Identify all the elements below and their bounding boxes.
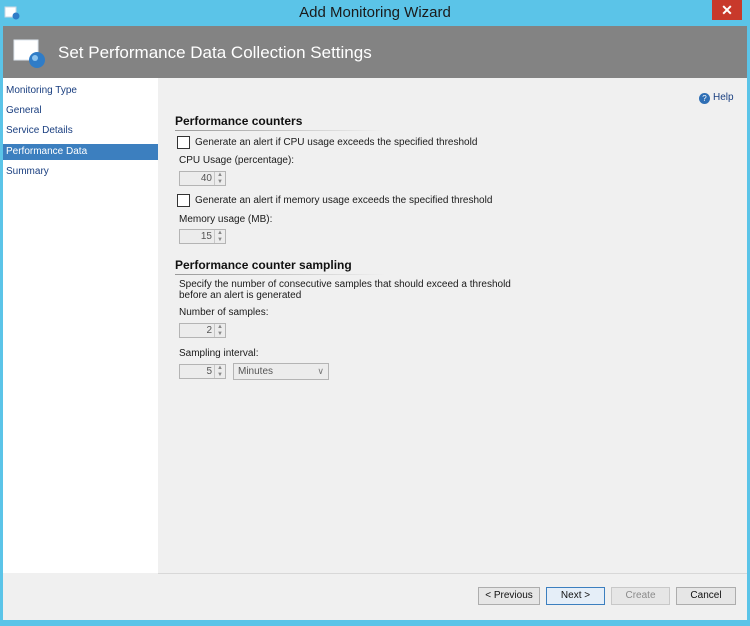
previous-button[interactable]: < Previous	[478, 587, 540, 605]
section-divider	[175, 130, 385, 131]
page-header: Set Performance Data Collection Settings	[3, 26, 747, 78]
cpu-alert-checkbox-row[interactable]: Generate an alert if CPU usage exceeds t…	[177, 135, 477, 149]
wizard-steps-nav: Monitoring Type General Service Details …	[3, 78, 158, 573]
memory-usage-label: Memory usage (MB):	[179, 214, 273, 225]
memory-usage-stepper[interactable]: 15 ▲ ▼	[179, 229, 226, 244]
interval-unit-select[interactable]: Minutes ∨	[233, 363, 329, 380]
cancel-button[interactable]: Cancel	[676, 587, 736, 605]
cpu-usage-label: CPU Usage (percentage):	[179, 155, 295, 166]
memory-usage-value[interactable]: 15	[180, 230, 214, 243]
sampling-description-line2: before an alert is generated	[179, 290, 302, 301]
chevron-down-icon[interactable]: ∨	[317, 364, 324, 379]
close-button[interactable]: ✕	[712, 0, 742, 20]
samples-stepper[interactable]: 2 ▲ ▼	[179, 323, 226, 338]
cpu-alert-checkbox[interactable]	[177, 135, 190, 149]
page-header-icon	[13, 39, 45, 68]
cpu-usage-value[interactable]: 40	[180, 172, 214, 185]
performance-counters-heading: Performance counters	[175, 114, 303, 128]
create-button[interactable]: Create	[611, 587, 670, 605]
memory-alert-label: Generate an alert if memory usage exceed…	[195, 194, 493, 206]
stepper-down-icon[interactable]: ▼	[215, 179, 225, 186]
help-link[interactable]: ? Help	[699, 92, 734, 104]
interval-stepper-arrows[interactable]: ▲ ▼	[214, 365, 225, 378]
nav-item-performance-data[interactable]: Performance Data	[3, 144, 158, 160]
memory-alert-checkbox-row[interactable]: Generate an alert if memory usage exceed…	[177, 193, 492, 207]
section-divider	[175, 274, 385, 275]
stepper-down-icon[interactable]: ▼	[215, 331, 225, 338]
page-title: Set Performance Data Collection Settings	[58, 43, 372, 62]
interval-label: Sampling interval:	[179, 348, 259, 359]
wizard-frame: Set Performance Data Collection Settings…	[3, 26, 747, 620]
stepper-down-icon[interactable]: ▼	[215, 237, 225, 244]
cpu-alert-label: Generate an alert if CPU usage exceeds t…	[195, 136, 478, 148]
memory-usage-stepper-arrows[interactable]: ▲ ▼	[214, 230, 225, 243]
interval-unit-value: Minutes	[238, 366, 274, 377]
title-bar: Add Monitoring Wizard ✕	[0, 0, 750, 26]
memory-alert-checkbox[interactable]	[177, 193, 190, 207]
interval-value[interactable]: 5	[180, 365, 214, 378]
help-label: Help	[713, 92, 734, 103]
samples-label: Number of samples:	[179, 307, 269, 318]
interval-stepper[interactable]: 5 ▲ ▼	[179, 364, 226, 379]
sampling-description-line1: Specify the number of consecutive sample…	[179, 279, 511, 290]
nav-item-general[interactable]: General	[3, 103, 158, 119]
nav-item-monitoring-type[interactable]: Monitoring Type	[3, 83, 158, 99]
samples-value[interactable]: 2	[180, 324, 214, 337]
cpu-usage-stepper-arrows[interactable]: ▲ ▼	[214, 172, 225, 185]
help-icon: ?	[699, 93, 710, 104]
stepper-down-icon[interactable]: ▼	[215, 372, 225, 379]
nav-item-service-details[interactable]: Service Details	[3, 123, 158, 139]
cpu-usage-stepper[interactable]: 40 ▲ ▼	[179, 171, 226, 186]
performance-sampling-heading: Performance counter sampling	[175, 258, 352, 272]
nav-item-summary[interactable]: Summary	[3, 164, 158, 180]
window-title: Add Monitoring Wizard	[299, 4, 451, 21]
next-button[interactable]: Next >	[546, 587, 605, 605]
samples-stepper-arrows[interactable]: ▲ ▼	[214, 324, 225, 337]
